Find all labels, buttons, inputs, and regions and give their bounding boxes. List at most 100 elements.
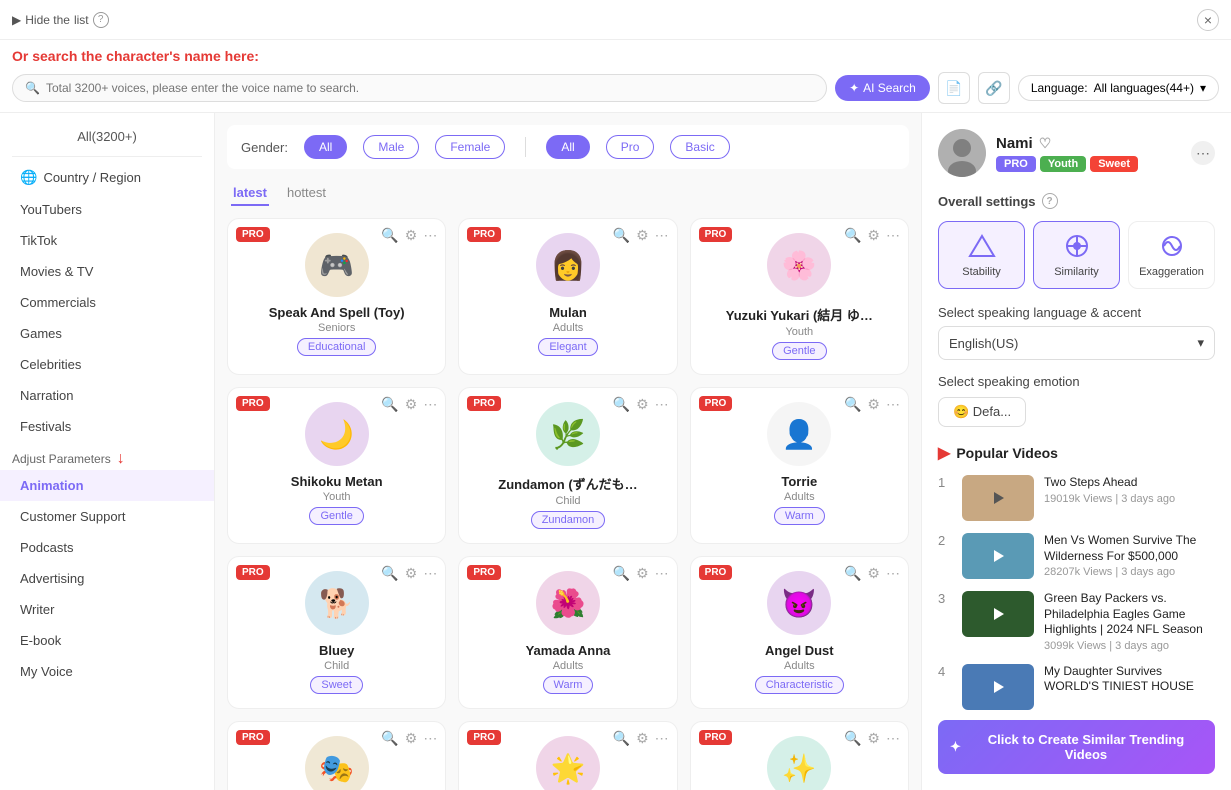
sidebar-item-narration[interactable]: Narration [0, 380, 214, 411]
voice-card-row4-3[interactable]: PRO 🔍 ⚙ ⋯ ✨ [690, 721, 909, 790]
sidebar-item-movies-tv[interactable]: Movies & TV [0, 256, 214, 287]
type-basic-button[interactable]: Basic [670, 135, 729, 159]
settings-voice-icon[interactable]: ⚙ [636, 396, 649, 413]
sidebar-item-tiktok[interactable]: TikTok [0, 225, 214, 256]
settings-voice-icon[interactable]: ⚙ [867, 227, 880, 244]
sidebar-item-animation[interactable]: Animation [0, 470, 214, 501]
settings-voice-icon[interactable]: ⚙ [405, 396, 418, 413]
settings-voice-icon[interactable]: ⚙ [405, 227, 418, 244]
sidebar-item-e-book[interactable]: E-book [0, 625, 214, 656]
voice-card-speak-and-spell[interactable]: PRO 🔍 ⚙ ⋯ 🎮 Speak And Spell (Toy) Senior… [227, 218, 446, 375]
type-pro-button[interactable]: Pro [606, 135, 655, 159]
search-voice-icon[interactable]: 🔍 [381, 565, 398, 582]
more-voice-icon[interactable]: ⋯ [886, 396, 900, 413]
gender-female-button[interactable]: Female [435, 135, 505, 159]
more-voice-icon[interactable]: ⋯ [886, 730, 900, 747]
sidebar-item-commercials[interactable]: Commercials [0, 287, 214, 318]
settings-voice-icon[interactable]: ⚙ [636, 565, 649, 582]
close-button[interactable]: × [1197, 9, 1219, 31]
video-item-4[interactable]: 4 My Daughter Survives WORLD'S TINIEST H… [938, 664, 1215, 710]
voice-card-yuzuki[interactable]: PRO 🔍 ⚙ ⋯ 🌸 Yuzuki Yukari (結月 ゆ… Youth G… [690, 218, 909, 375]
search-voice-icon[interactable]: 🔍 [613, 565, 630, 582]
more-voice-icon[interactable]: ⋯ [423, 565, 437, 582]
search-voice-icon[interactable]: 🔍 [381, 227, 398, 244]
sidebar-item-festivals[interactable]: Festivals [0, 411, 214, 442]
ai-search-label: AI Search [863, 81, 916, 95]
language-select[interactable]: Language: All languages(44+) ▾ [1018, 75, 1219, 101]
document-icon-button[interactable]: 📄 [938, 72, 970, 104]
voice-card-torrie[interactable]: PRO 🔍 ⚙ ⋯ 👤 Torrie Adults Warm [690, 387, 909, 544]
search-voice-icon[interactable]: 🔍 [844, 227, 861, 244]
more-options-button[interactable]: ⋯ [1191, 141, 1215, 165]
more-voice-icon[interactable]: ⋯ [655, 730, 669, 747]
sidebar-item-youtubers[interactable]: YouTubers [0, 194, 214, 225]
create-trending-button[interactable]: ✦ Click to Create Similar Trending Video… [938, 720, 1215, 774]
pro-badge: PRO [467, 227, 501, 242]
info-icon[interactable]: ? [93, 12, 109, 28]
settings-voice-icon[interactable]: ⚙ [636, 730, 649, 747]
video-item-2[interactable]: 2 Men Vs Women Survive The Wilderness Fo… [938, 533, 1215, 579]
search-voice-icon[interactable]: 🔍 [613, 730, 630, 747]
sidebar-item-advertising[interactable]: Advertising [0, 563, 214, 594]
settings-voice-icon[interactable]: ⚙ [405, 565, 418, 582]
voice-card-yamada[interactable]: PRO 🔍 ⚙ ⋯ 🌺 Yamada Anna Adults Warm [458, 556, 677, 709]
heart-icon[interactable]: ♡ [1039, 135, 1052, 152]
search-input[interactable] [46, 81, 814, 95]
more-voice-icon[interactable]: ⋯ [655, 227, 669, 244]
sidebar-item-podcasts[interactable]: Podcasts [0, 532, 214, 563]
setting-similarity[interactable]: Similarity [1033, 221, 1120, 289]
language-accent-select[interactable]: English(US) ▾ [938, 326, 1215, 360]
emotion-button[interactable]: 😊 Defa... [938, 397, 1026, 427]
more-voice-icon[interactable]: ⋯ [423, 227, 437, 244]
voice-card-angel-dust[interactable]: PRO 🔍 ⚙ ⋯ 😈 Angel Dust Adults Characteri… [690, 556, 909, 709]
tab-latest[interactable]: latest [231, 181, 269, 206]
voice-card-zundamon[interactable]: PRO 🔍 ⚙ ⋯ 🌿 Zundamon (ずんだも… Child Zundam… [458, 387, 677, 544]
tab-hottest[interactable]: hottest [285, 181, 328, 206]
search-voice-icon[interactable]: 🔍 [844, 396, 861, 413]
search-voice-icon[interactable]: 🔍 [613, 227, 630, 244]
ai-search-button[interactable]: ✦ AI Search [835, 75, 930, 101]
sidebar-item-my-voice[interactable]: My Voice [0, 656, 214, 687]
type-all-button[interactable]: All [546, 135, 589, 159]
settings-voice-icon[interactable]: ⚙ [636, 227, 649, 244]
search-voice-icon[interactable]: 🔍 [844, 565, 861, 582]
settings-voice-icon[interactable]: ⚙ [867, 730, 880, 747]
voice-card-row4-2[interactable]: PRO 🔍 ⚙ ⋯ 🌟 [458, 721, 677, 790]
search-voice-icon[interactable]: 🔍 [844, 730, 861, 747]
video-thumbnail-3 [962, 591, 1034, 637]
sidebar-item-country[interactable]: 🌐 Country / Region [0, 161, 214, 194]
more-voice-icon[interactable]: ⋯ [886, 227, 900, 244]
more-voice-icon[interactable]: ⋯ [886, 565, 900, 582]
more-voice-icon[interactable]: ⋯ [655, 396, 669, 413]
settings-voice-icon[interactable]: ⚙ [867, 396, 880, 413]
sidebar-item-customer-support[interactable]: Customer Support [0, 501, 214, 532]
search-voice-icon[interactable]: 🔍 [381, 396, 398, 413]
voice-card-shikoku[interactable]: PRO 🔍 ⚙ ⋯ 🌙 Shikoku Metan Youth Gentle [227, 387, 446, 544]
voice-card-row4-1[interactable]: PRO 🔍 ⚙ ⋯ 🎭 [227, 721, 446, 790]
search-voice-icon[interactable]: 🔍 [613, 396, 630, 413]
voice-card-mulan[interactable]: PRO 🔍 ⚙ ⋯ 👩 Mulan Adults Elegant [458, 218, 677, 375]
more-voice-icon[interactable]: ⋯ [655, 565, 669, 582]
search-input-wrap[interactable]: 🔍 [12, 74, 827, 102]
more-voice-icon[interactable]: ⋯ [423, 396, 437, 413]
video-info-3: Green Bay Packers vs. Philadelphia Eagle… [1044, 591, 1215, 652]
sidebar-item-all[interactable]: All(3200+) [0, 121, 214, 152]
video-info-2: Men Vs Women Survive The Wilderness For … [1044, 533, 1215, 578]
help-icon[interactable]: ? [1042, 193, 1058, 209]
settings-voice-icon[interactable]: ⚙ [867, 565, 880, 582]
setting-exaggeration[interactable]: Exaggeration [1128, 221, 1215, 289]
gender-male-button[interactable]: Male [363, 135, 419, 159]
link-icon-button[interactable]: 🔗 [978, 72, 1010, 104]
hide-list-button[interactable]: ▶ Hide the list ? [12, 12, 109, 28]
sidebar-item-celebrities[interactable]: Celebrities [0, 349, 214, 380]
video-item-3[interactable]: 3 Green Bay Packers vs. Philadelphia Eag… [938, 591, 1215, 652]
setting-stability[interactable]: Stability [938, 221, 1025, 289]
more-voice-icon[interactable]: ⋯ [423, 730, 437, 747]
settings-voice-icon[interactable]: ⚙ [405, 730, 418, 747]
voice-card-bluey[interactable]: PRO 🔍 ⚙ ⋯ 🐕 Bluey Child Sweet [227, 556, 446, 709]
sidebar-item-games[interactable]: Games [0, 318, 214, 349]
sidebar-item-writer[interactable]: Writer [0, 594, 214, 625]
video-item-1[interactable]: 1 Two Steps Ahead 19019k Views | 3 days … [938, 475, 1215, 521]
gender-all-button[interactable]: All [304, 135, 347, 159]
search-voice-icon[interactable]: 🔍 [381, 730, 398, 747]
